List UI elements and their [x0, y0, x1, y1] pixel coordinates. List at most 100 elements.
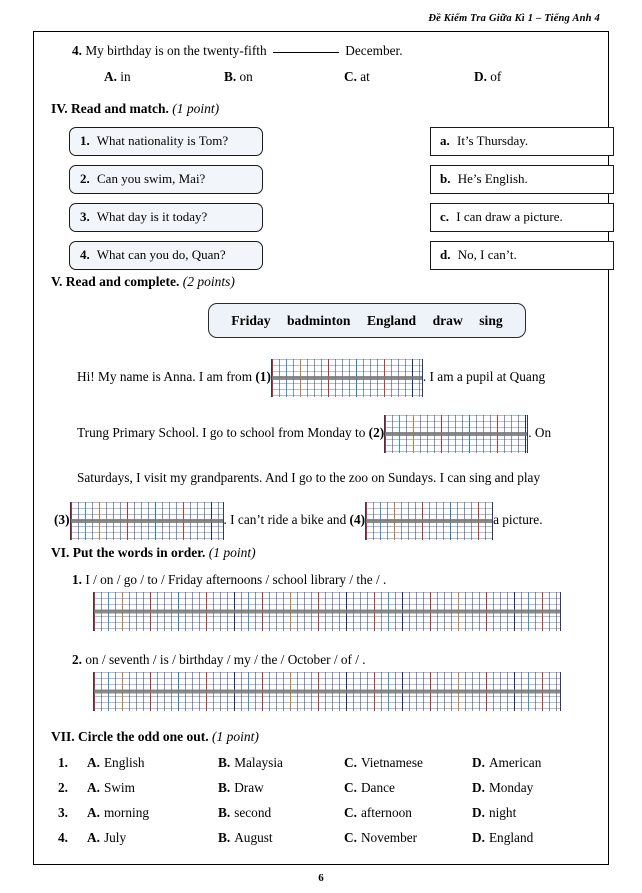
match-left-item-1[interactable]: 1. What nationality is Tom?: [69, 127, 263, 156]
match-left-key-4: 4.: [80, 247, 90, 262]
option-b-text: on: [239, 69, 253, 84]
ooo-r1-a-text: English: [103, 755, 145, 770]
ooo-row-3-number: 3.: [58, 805, 68, 820]
table-row: 1. A. English B. Malaysia C. Vietnamese D. A…: [34, 755, 610, 780]
section-5-points: (2 points): [182, 274, 235, 289]
ooo-row-1-option-a[interactable]: A. English: [87, 755, 145, 771]
section-4-points: (1 point): [172, 101, 220, 116]
ooo-r1-d-label: D.: [472, 755, 485, 770]
ooo-r3-c-label: C.: [344, 805, 357, 820]
running-header: Đề Kiểm Tra Giữa Kì 1 – Tiếng Anh 4: [428, 13, 600, 24]
match-right-column: a. It’s Thursday. b. He’s English. c. I …: [430, 127, 614, 279]
match-right-text-c: I can draw a picture.: [456, 209, 563, 224]
order-answer-grid-1[interactable]: [93, 592, 561, 631]
odd-one-out-table: 1. A. English B. Malaysia C. Vietnamese D. A…: [34, 755, 610, 855]
word-bank-word-1[interactable]: Friday: [231, 313, 270, 329]
match-left-text-2: Can you swim, Mai?: [97, 171, 206, 186]
ooo-r2-b-text: Draw: [234, 780, 264, 795]
order-item-2-text: on / seventh / is / birthday / my / the …: [85, 652, 366, 667]
question-4-option-d[interactable]: D. of: [474, 69, 501, 85]
page-frame: 4. My birthday is on the twenty-fifth De…: [33, 31, 614, 865]
ooo-row-1-option-b[interactable]: B. Malaysia: [218, 755, 283, 771]
question-4-option-b[interactable]: B. on: [224, 69, 253, 85]
passage-line-1-after: . I am a pupil at Quang: [422, 369, 546, 385]
question-4-blank[interactable]: [272, 52, 339, 53]
ooo-row-4-option-a[interactable]: A. July: [87, 830, 126, 846]
section-7-points: (1 point): [212, 729, 259, 744]
match-right-item-c[interactable]: c. I can draw a picture.: [430, 203, 614, 232]
ooo-r3-a-label: A.: [87, 805, 100, 820]
ooo-row-2-option-c[interactable]: C. Dance: [344, 780, 395, 796]
option-c-label: C.: [344, 69, 357, 84]
ooo-r2-a-text: Swim: [103, 780, 135, 795]
option-c-text: at: [360, 69, 370, 84]
match-right-key-c: c.: [440, 209, 450, 224]
order-item-1: 1. I / on / go / to / Friday afternoons …: [72, 572, 386, 588]
match-left-item-4[interactable]: 4. What can you do, Quan?: [69, 241, 263, 270]
question-4-option-c[interactable]: C. at: [344, 69, 370, 85]
passage-line-2-after: . On: [528, 425, 552, 441]
passage-line-2: Trung Primary School. I go to school fro…: [77, 415, 551, 453]
ooo-row-3-option-a[interactable]: A. morning: [87, 805, 149, 821]
ooo-r3-b-label: B.: [218, 805, 231, 820]
match-left-text-1: What nationality is Tom?: [96, 133, 229, 148]
match-right-key-d: d.: [440, 247, 451, 262]
ooo-r4-b-label: B.: [218, 830, 231, 845]
passage-blank-4-grid[interactable]: [365, 502, 494, 540]
match-left-key-1: 1.: [80, 133, 90, 148]
passage-blank-3-grid[interactable]: [69, 502, 224, 540]
match-right-item-a[interactable]: a. It’s Thursday.: [430, 127, 614, 156]
passage-blank-1-number: (1): [255, 369, 271, 385]
word-bank-word-5[interactable]: sing: [479, 313, 502, 329]
section-7-title: VII. Circle the odd one out.: [51, 729, 209, 744]
exam-page: Đề Kiểm Tra Giữa Kì 1 – Tiếng Anh 4 4. M…: [0, 0, 642, 893]
passage-line-4-after: a picture.: [493, 512, 543, 528]
match-right-text-d: No, I can’t.: [457, 247, 517, 262]
ooo-row-4-option-c[interactable]: C. November: [344, 830, 417, 846]
option-d-text: of: [490, 69, 502, 84]
word-bank-word-2[interactable]: badminton: [287, 313, 350, 329]
ooo-r3-b-text: second: [234, 805, 272, 820]
ooo-r4-a-label: A.: [87, 830, 100, 845]
ooo-r1-b-text: Malaysia: [234, 755, 283, 770]
match-right-item-b[interactable]: b. He’s English.: [430, 165, 614, 194]
ooo-r1-c-label: C.: [344, 755, 357, 770]
ooo-r1-d-text: American: [488, 755, 542, 770]
ooo-row-4-option-b[interactable]: B. August: [218, 830, 273, 846]
ooo-r2-d-text: Monday: [488, 780, 534, 795]
word-bank-word-4[interactable]: draw: [433, 313, 463, 329]
ooo-row-1-option-d[interactable]: D. American: [472, 755, 541, 771]
ooo-row-2-option-d[interactable]: D. Monday: [472, 780, 533, 796]
ooo-row-2-option-b[interactable]: B. Draw: [218, 780, 264, 796]
match-left-column: 1. What nationality is Tom? 2. Can you s…: [69, 127, 263, 279]
order-item-2: 2. on / seventh / is / birthday / my / t…: [72, 652, 366, 668]
passage-line-3: Saturdays, I visit my grandparents. And …: [77, 470, 541, 485]
ooo-r2-b-label: B.: [218, 780, 231, 795]
ooo-r2-d-label: D.: [472, 780, 485, 795]
passage-blank-3-number: (3): [54, 512, 70, 528]
word-bank: Friday badminton England draw sing: [208, 303, 526, 338]
ooo-row-2-option-a[interactable]: A. Swim: [87, 780, 135, 796]
ooo-row-4-number: 4.: [58, 830, 68, 845]
section-5-heading: V. Read and complete. (2 points): [51, 274, 235, 290]
ooo-row-3-option-c[interactable]: C. afternoon: [344, 805, 412, 821]
match-right-item-d[interactable]: d. No, I can’t.: [430, 241, 614, 270]
ooo-row-3-option-d[interactable]: D. night: [472, 805, 516, 821]
match-left-item-2[interactable]: 2. Can you swim, Mai?: [69, 165, 263, 194]
word-bank-word-3[interactable]: England: [367, 313, 416, 329]
order-answer-grid-2[interactable]: [93, 672, 561, 711]
passage-blank-2-number: (2): [368, 425, 385, 441]
match-left-item-3[interactable]: 3. What day is it today?: [69, 203, 263, 232]
passage-blank-1-grid[interactable]: [270, 359, 423, 397]
ooo-row-4-option-d[interactable]: D. England: [472, 830, 533, 846]
match-left-text-4: What can you do, Quan?: [96, 247, 226, 262]
ooo-r4-d-label: D.: [472, 830, 485, 845]
section-5-title: V. Read and complete.: [51, 274, 180, 289]
ooo-row-1-option-c[interactable]: C. Vietnamese: [344, 755, 423, 771]
ooo-r2-a-label: A.: [87, 780, 100, 795]
ooo-row-3-option-b[interactable]: B. second: [218, 805, 271, 821]
question-4-option-a[interactable]: A. in: [104, 69, 131, 85]
order-item-1-text: I / on / go / to / Friday afternoons / s…: [85, 572, 387, 587]
ooo-r1-a-label: A.: [87, 755, 100, 770]
passage-blank-2-grid[interactable]: [384, 415, 529, 453]
